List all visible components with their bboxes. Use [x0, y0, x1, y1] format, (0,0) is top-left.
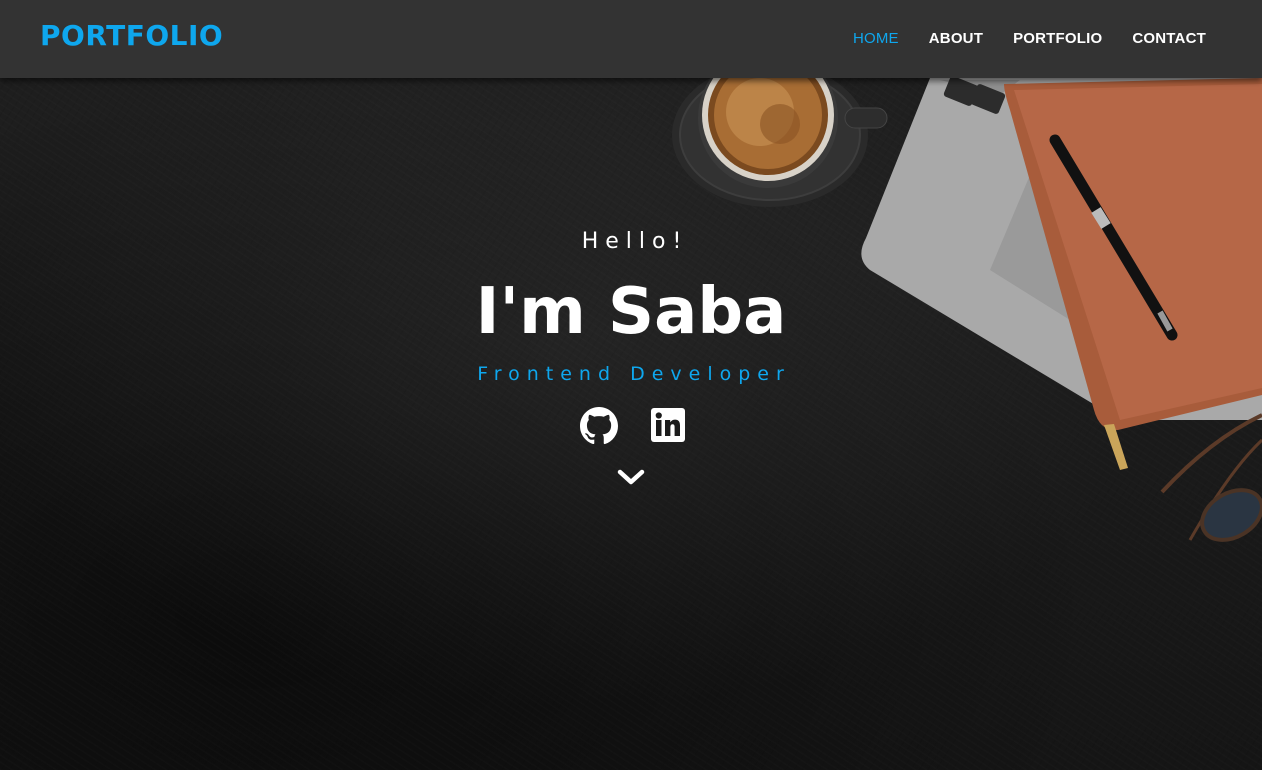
chevron-down-icon	[617, 469, 645, 485]
hero-headline: I'm Saba	[475, 275, 787, 349]
linkedin-link[interactable]	[650, 407, 686, 443]
nav-link-about[interactable]: ABOUT	[929, 30, 983, 47]
page: PORTFOLIO HOME ABOUT PORTFOLIO CONTACT H…	[0, 0, 1262, 770]
nav-link-portfolio[interactable]: PORTFOLIO	[1013, 30, 1102, 47]
hero-greeting: Hello!	[581, 229, 689, 254]
scroll-down-button[interactable]	[616, 465, 646, 489]
github-icon	[580, 407, 618, 445]
github-link[interactable]	[580, 407, 618, 445]
navbar: PORTFOLIO HOME ABOUT PORTFOLIO CONTACT	[0, 0, 1262, 78]
linkedin-icon	[651, 408, 685, 442]
brand-logo[interactable]: PORTFOLIO	[40, 19, 223, 52]
hero-section: Hello! I'm Saba Frontend Developer	[0, 225, 1262, 489]
nav-links: HOME ABOUT PORTFOLIO CONTACT	[853, 30, 1206, 47]
social-links	[0, 407, 1262, 447]
hero-role: Frontend Developer	[477, 363, 791, 385]
nav-link-contact[interactable]: CONTACT	[1132, 30, 1206, 47]
nav-link-home[interactable]: HOME	[853, 30, 899, 47]
